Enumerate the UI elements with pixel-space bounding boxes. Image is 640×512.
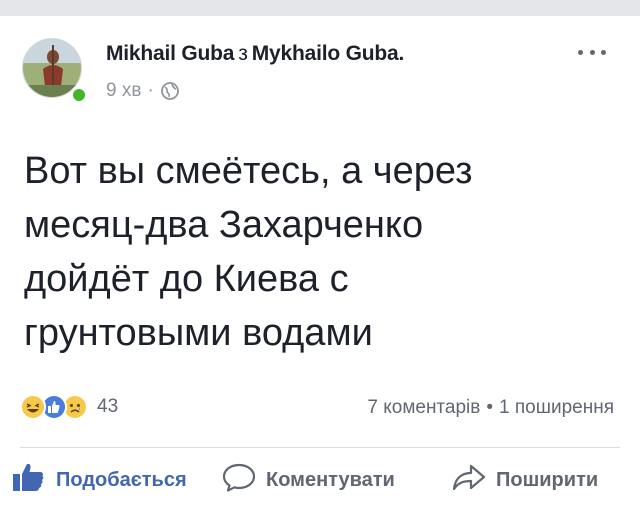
author-name[interactable]: Mikhail Guba [106,42,234,65]
author-line: Mikhail Guba з Mykhailo Guba. [106,42,404,66]
comment-label: Коментувати [266,468,395,491]
post-header: Mikhail Guba з Mykhailo Guba. 9 хв · [0,16,640,116]
reactions-summary[interactable]: 43 [20,392,118,422]
speech-bubble-icon [222,462,256,498]
more-dot-icon [589,49,595,55]
post-timestamp[interactable]: 9 хв [106,80,141,102]
post-text-line: Вот вы смеётесь, а через [24,150,473,192]
stats-separator: • [486,397,494,418]
connector-text: з [238,42,248,65]
more-options-button[interactable] [572,40,612,64]
post-text-line: грунтовыми водами [24,312,373,354]
post-meta: 9 хв · [106,80,180,102]
haha-icon [20,394,46,420]
post-text: Вот вы смеётесь, а через месяц-два Захар… [24,144,624,360]
online-status-indicator [70,86,88,104]
reaction-count: 43 [97,396,119,417]
shares-count-link[interactable]: 1 поширення [499,397,614,418]
share-label: Поширити [496,468,599,491]
like-button[interactable]: Подобається [12,448,187,512]
post-text-line: месяц-два Захарченко [24,204,424,246]
engagement-stats: 7 коментарів • 1 поширення [367,397,614,419]
thumbs-up-icon [12,462,46,498]
globe-icon[interactable] [160,81,180,101]
share-arrow-icon [452,462,486,498]
comment-button[interactable]: Коментувати [222,448,395,512]
action-bar: Подобається Коментувати Поширити [0,448,640,512]
share-button[interactable]: Поширити [452,448,598,512]
more-dot-icon [578,49,583,55]
more-dot-icon [601,49,606,55]
top-strip [0,0,640,16]
meta-separator: · [147,80,154,101]
like-label: Подобається [56,468,187,491]
comments-count-link[interactable]: 7 коментарів [367,397,480,418]
tagged-name[interactable]: Mykhailo Guba. [252,42,405,65]
post-text-line: дойдёт до Киева с [24,258,349,300]
